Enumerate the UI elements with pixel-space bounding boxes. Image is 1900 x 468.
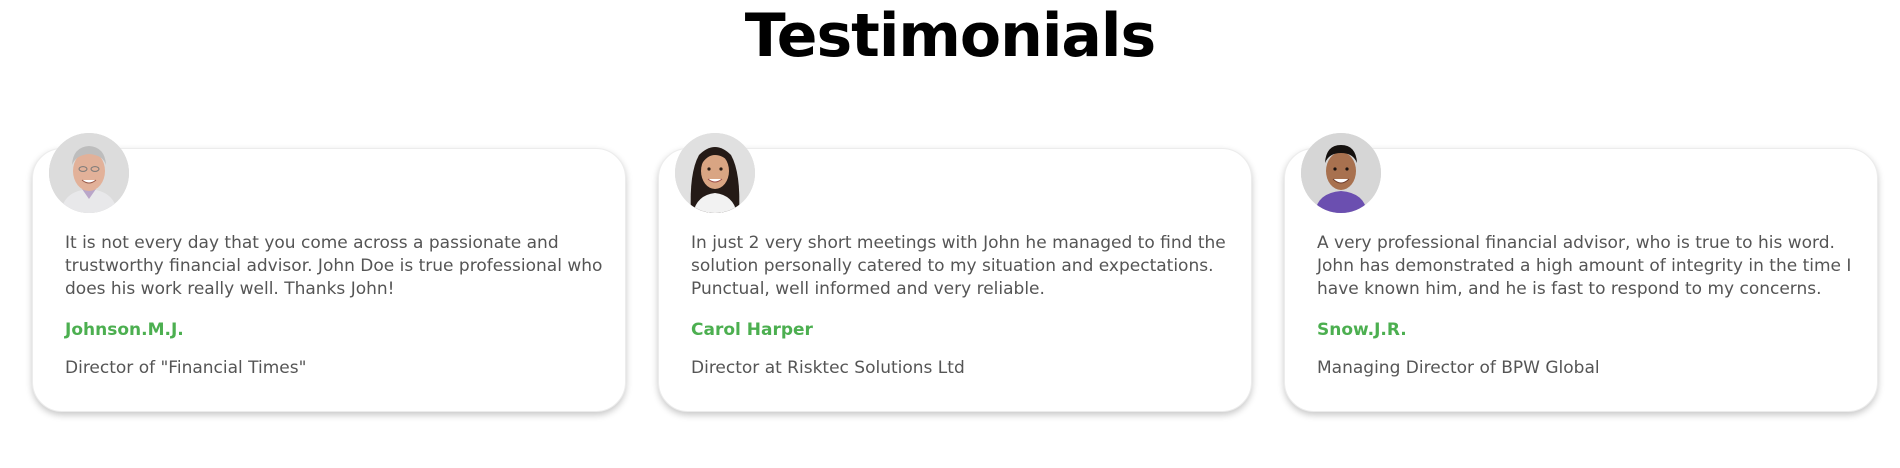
- testimonial-author-name: Snow.J.R.: [1317, 320, 1407, 340]
- testimonial-quote: In just 2 very short meetings with John …: [691, 233, 1226, 299]
- testimonial-author-role: Director of "Financial Times": [65, 358, 307, 378]
- testimonial-card: In just 2 very short meetings with John …: [658, 133, 1252, 412]
- section-title: Testimonials: [744, 1, 1156, 71]
- woman-avatar: [675, 133, 755, 213]
- testimonial-card: A very professional financial advisor, w…: [1284, 133, 1878, 412]
- testimonial-author-name: Carol Harper: [691, 320, 813, 340]
- testimonial-author-role: Managing Director of BPW Global: [1317, 358, 1600, 378]
- senior-man-avatar: [49, 133, 129, 213]
- testimonial-author-name: Johnson.M.J.: [65, 320, 184, 340]
- testimonial-list: It is not every day that you come across…: [32, 133, 1878, 412]
- testimonial-card: It is not every day that you come across…: [32, 133, 626, 412]
- testimonial-quote: It is not every day that you come across…: [65, 233, 603, 299]
- testimonial-quote: A very professional financial advisor, w…: [1317, 233, 1852, 299]
- testimonial-author-role: Director at Risktec Solutions Ltd: [691, 358, 965, 378]
- testimonials-section: Testimonials It is not every day that yo…: [0, 0, 1900, 468]
- young-man-avatar: [1301, 133, 1381, 213]
